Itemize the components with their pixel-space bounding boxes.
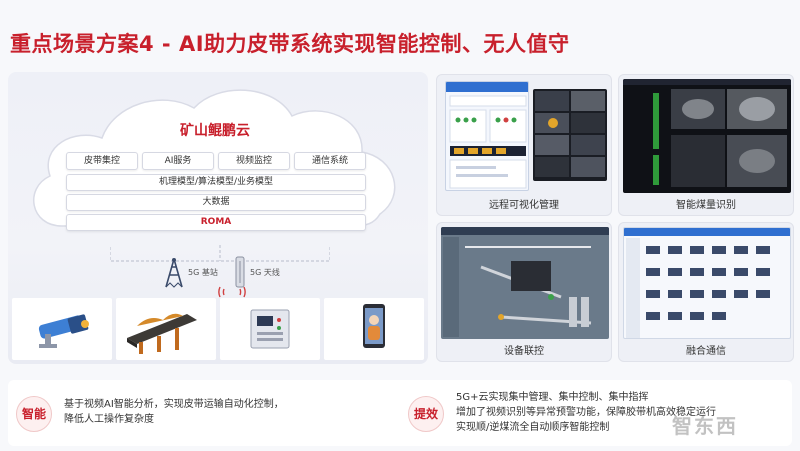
smart-line-1: 基于视频AI智能分析，实现皮带运输自动化控制， — [64, 399, 284, 410]
video-grid-thumb — [535, 91, 605, 177]
service-belt-control: 皮带集控 — [66, 152, 138, 170]
layer-models: 机理模型/算法模型/业务模型 — [66, 174, 366, 191]
linkage-thumb — [441, 227, 609, 337]
device-phone — [324, 298, 424, 360]
device-cabinet — [220, 298, 320, 360]
service-video: 视频监控 — [218, 152, 290, 170]
panel-caption-comm: 融合通信 — [686, 346, 726, 357]
layer-roma: ROMA — [66, 214, 366, 231]
badge-efficiency: 提效 — [408, 396, 444, 432]
service-communication: 通信系统 — [294, 152, 366, 170]
panel-caption-remote: 远程可视化管理 — [489, 200, 559, 211]
screen-remote-dashboard — [445, 81, 529, 191]
device-row — [12, 298, 424, 360]
antenna-label: 5G 天线 — [250, 268, 280, 277]
service-ai: AI服务 — [142, 152, 214, 170]
dashboard-thumb — [446, 82, 528, 189]
base-station-icon — [165, 258, 183, 288]
cloud-diagram: 矿山鲲鹏云 皮带集控 AI服务 视频监控 通信系统 机理模型/算法模型/业务模型… — [22, 76, 408, 238]
panel-caption-linkage: 设备联控 — [504, 346, 544, 357]
conveyor-icon — [127, 313, 197, 354]
screen-video-grid — [533, 89, 607, 181]
device-conveyor — [116, 298, 216, 360]
panel-coal-recognition: 智能煤量识别 — [618, 74, 794, 216]
base-station-label: 5G 基站 — [188, 268, 218, 277]
panel-caption-coal: 智能煤量识别 — [676, 200, 736, 211]
service-row: 皮带集控 AI服务 视频监控 通信系统 — [66, 152, 366, 170]
signal-icon — [218, 286, 246, 298]
page-title: 重点场景方案4 - AI助力皮带系统实现智能控制、无人值守 — [10, 32, 570, 56]
screen-comm-matrix — [623, 227, 791, 339]
efficiency-line-1: 5G+云实现集中管理、集中控制、集中指挥 — [456, 392, 649, 403]
layer-bigdata: 大数据 — [66, 194, 366, 211]
comm-matrix-thumb — [624, 228, 790, 338]
camera-icon — [38, 314, 89, 348]
badge-smart: 智能 — [16, 396, 52, 432]
coal-monitor-thumb — [623, 79, 791, 187]
network-area: 5G 基站 5G 天线 — [109, 245, 331, 305]
cloud-title: 矿山鲲鹏云 — [180, 123, 250, 139]
device-camera — [12, 298, 112, 360]
screen-coal-monitor — [623, 79, 791, 193]
panel-remote-visual: 远程可视化管理 — [436, 74, 612, 216]
smart-line-2: 降低人工操作复杂度 — [64, 414, 154, 425]
cabinet-icon — [250, 309, 290, 349]
screen-device-linkage — [441, 227, 609, 339]
smart-description: 基于视频AI智能分析，实现皮带运输自动化控制， 降低人工操作复杂度 — [64, 397, 284, 427]
watermark: 智东西 — [672, 414, 738, 438]
panel-device-linkage: 设备联控 — [436, 222, 612, 362]
panel-converged-comm: 融合通信 — [618, 222, 794, 362]
phone-icon — [363, 304, 385, 348]
